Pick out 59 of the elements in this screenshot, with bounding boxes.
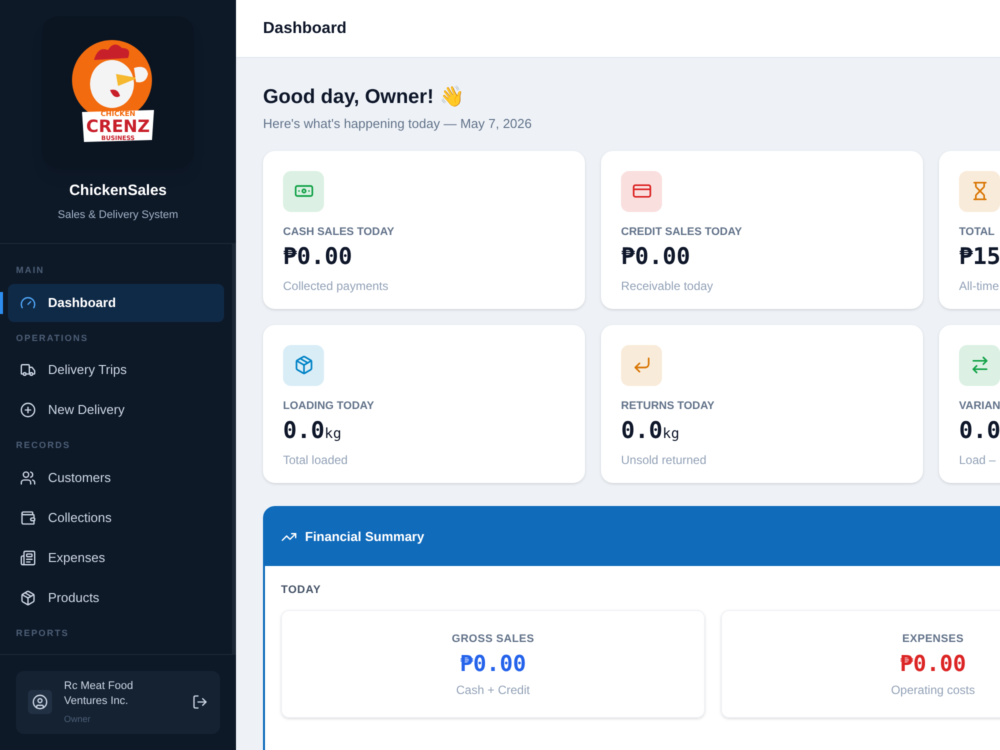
stat-note: Collected payments	[283, 278, 390, 294]
nav-item[interactable]: Expenses	[8, 538, 224, 576]
nav-section-title: OPERATIONS	[15, 332, 90, 344]
nav-section-title: MAIN	[15, 264, 46, 277]
summary-value: ₱0.00	[460, 650, 526, 678]
logout-button[interactable]	[192, 694, 208, 710]
stat-unit: kg	[324, 425, 342, 444]
nav-item[interactable]: Products	[8, 578, 224, 616]
nav-section-title: RECORDS	[15, 439, 72, 452]
stat-label: RETURNS TODAY	[621, 398, 716, 414]
user-name: Rc Meat Food Ventures Inc.	[64, 678, 134, 708]
stat-value: ₱0.00	[283, 243, 352, 272]
app-name: ChickenSales	[69, 181, 167, 201]
document-icon	[20, 550, 36, 566]
nav-item[interactable]: Dashboard	[8, 284, 224, 322]
stat-value: ₱0.00	[621, 243, 690, 272]
summary-note: Operating costs	[890, 682, 976, 698]
greeting-title: Good day, Owner! 👋	[263, 84, 466, 110]
summary-label: EXPENSES	[902, 632, 964, 647]
user-avatar-icon	[32, 694, 48, 710]
stat-note: Total loaded	[283, 452, 349, 468]
stat-label: CREDIT SALES TODAY	[621, 224, 744, 240]
nav-item[interactable]: Delivery Trips	[8, 351, 224, 389]
truck-icon	[20, 362, 36, 378]
return-arrow-icon	[632, 355, 652, 375]
folder-icon	[20, 510, 36, 526]
stat-note: All-time	[959, 278, 1000, 294]
summary-label: GROSS SALES	[452, 632, 534, 647]
stat-unit: kg	[662, 425, 680, 444]
users-icon	[20, 470, 36, 486]
period-label: TODAY	[281, 582, 322, 598]
stat-note: Receivable today	[621, 278, 714, 294]
stat-note: Unsold returned	[621, 452, 708, 468]
user-role: Owner	[64, 712, 92, 726]
box-icon	[20, 590, 36, 606]
logout-icon	[192, 694, 208, 710]
stat-value: 0.0	[621, 417, 663, 446]
app-subtitle: Sales & Delivery System	[58, 208, 178, 222]
summary-note: Cash + Credit	[456, 682, 530, 698]
greeting-subtitle: Here's what's happening today — May 7, 2026	[263, 115, 533, 133]
nav-item[interactable]: Customers	[8, 458, 224, 496]
swap-arrows-icon	[970, 355, 990, 375]
nav-item[interactable]: New Delivery	[8, 391, 224, 429]
nav-item[interactable]: Collections	[8, 498, 224, 536]
stat-note: Load –	[959, 452, 997, 468]
stat-value: ₱15	[959, 243, 1000, 272]
stat-label: CASH SALES TODAY	[283, 224, 396, 240]
gauge-icon	[20, 294, 36, 310]
page-title: Dashboard	[263, 18, 347, 38]
summary-value: ₱0.00	[900, 650, 966, 678]
panel-title: Financial Summary	[305, 528, 424, 546]
box-icon	[294, 355, 314, 375]
nav-section-title: REPORTS	[15, 626, 70, 640]
stat-label: LOADING TODAY	[283, 398, 376, 414]
stat-label: TOTAL	[959, 224, 996, 240]
stat-label: VARIAN	[959, 398, 1000, 414]
plus-circle-icon	[20, 402, 36, 418]
stat-value: 0.0	[283, 417, 325, 446]
stat-value: 0.0	[959, 417, 1000, 446]
